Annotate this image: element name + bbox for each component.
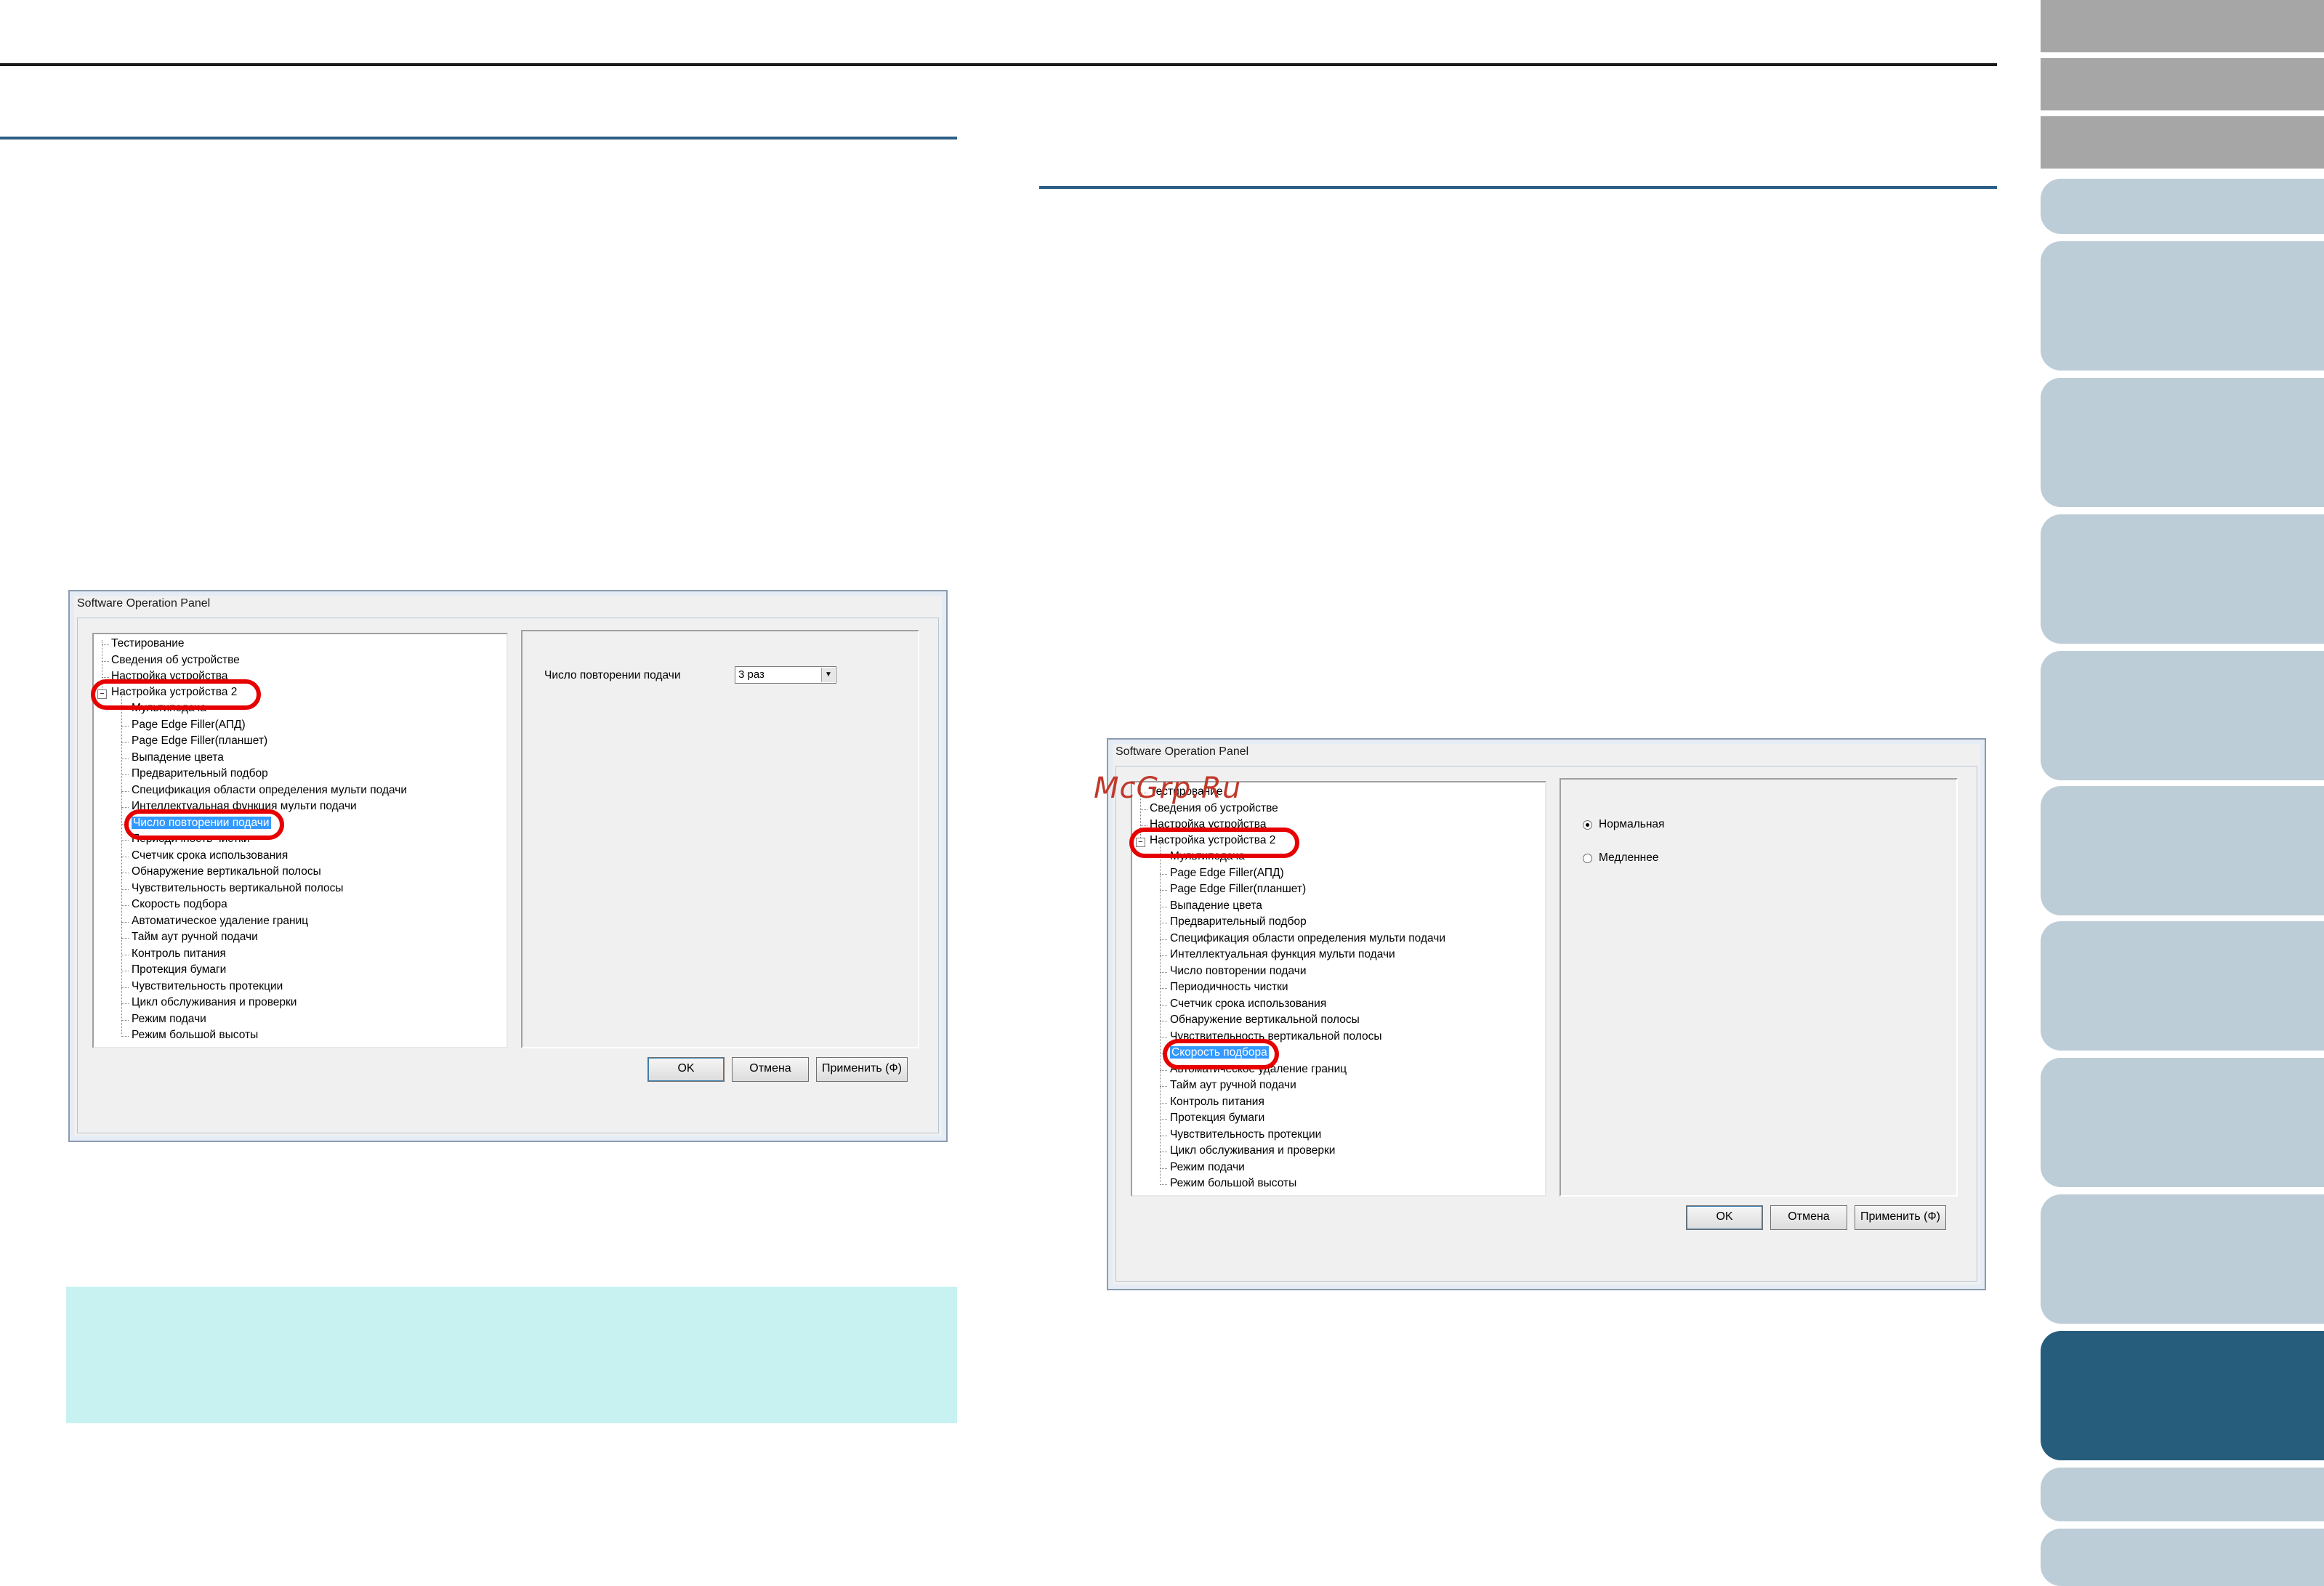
- dialog-left-window: Software Operation Panel Тестирование Св…: [68, 590, 948, 1142]
- index-tab-2[interactable]: [2041, 58, 2324, 110]
- tree-item[interactable]: Выпадение цвета: [1170, 899, 1262, 913]
- tree-item[interactable]: Периодичность чистки: [1170, 980, 1288, 995]
- chevron-down-icon[interactable]: ▼: [821, 668, 835, 682]
- tree-item[interactable]: Обнаружение вертикальной полосы: [1170, 1013, 1360, 1027]
- tree-item[interactable]: Режим большой высоты: [132, 1028, 258, 1043]
- tree-item[interactable]: Режим подачи: [132, 1012, 206, 1027]
- highlight-ring: [1163, 1039, 1279, 1069]
- ok-button[interactable]: OK: [647, 1057, 725, 1082]
- tree-item[interactable]: Протекция бумаги: [132, 963, 226, 977]
- ok-button[interactable]: OK: [1686, 1205, 1763, 1230]
- index-tab-12[interactable]: [2041, 1194, 2324, 1324]
- left-section-rule: [0, 137, 957, 139]
- feed-retry-select[interactable]: 3 раз ▼: [735, 666, 836, 684]
- tree-item[interactable]: Сведения об устройстве: [111, 653, 240, 668]
- index-tab-7[interactable]: [2041, 514, 2324, 644]
- tree-item[interactable]: Режим подачи: [1170, 1160, 1245, 1175]
- cancel-button[interactable]: Отмена: [732, 1057, 809, 1082]
- tree-item[interactable]: Контроль питания: [1170, 1095, 1264, 1109]
- highlight-ring: [1129, 828, 1299, 858]
- index-tab-9[interactable]: [2041, 786, 2324, 915]
- tree-item[interactable]: Счетчик срока использования: [132, 849, 288, 863]
- tree-item[interactable]: Тайм аут ручной подачи: [1170, 1078, 1296, 1093]
- dialog-title: Software Operation Panel: [1115, 745, 1249, 758]
- tree-item[interactable]: Чувствительность вертикальной полосы: [132, 881, 344, 896]
- index-tab-10[interactable]: [2041, 921, 2324, 1051]
- tree-item[interactable]: Скорость подбора: [132, 897, 227, 912]
- settings-tree[interactable]: Тестирование Сведения об устройстве Наст…: [91, 633, 508, 1048]
- index-tab-14[interactable]: [2041, 1468, 2324, 1521]
- index-tab-5[interactable]: [2041, 241, 2324, 371]
- dialog-body: Тестирование Сведения об устройстве Наст…: [77, 618, 939, 1133]
- tree-item[interactable]: Спецификация области определения мульти …: [132, 783, 407, 798]
- tree-item[interactable]: Page Edge Filler(планшет): [132, 734, 267, 748]
- tree-item[interactable]: Page Edge Filler(АПД): [1170, 866, 1284, 881]
- index-tab-11[interactable]: [2041, 1058, 2324, 1187]
- dialog-title: Software Operation Panel: [77, 597, 211, 610]
- tree-item[interactable]: Спецификация области определения мульти …: [1170, 931, 1445, 946]
- tree-item[interactable]: Предварительный подбор: [1170, 915, 1307, 929]
- tree-item[interactable]: Число повторении подачи: [1170, 964, 1307, 979]
- highlight-ring: [91, 679, 261, 710]
- tree-item[interactable]: Чувствительность протекции: [132, 979, 283, 994]
- radio-slow-label: Медленнее: [1599, 851, 1659, 864]
- settings-panel: Нормальная Медленнее: [1560, 778, 1958, 1197]
- top-rule: [0, 63, 1997, 66]
- index-tab-15[interactable]: [2041, 1529, 2324, 1586]
- tree-item[interactable]: Обнаружение вертикальной полосы: [132, 865, 321, 879]
- cancel-button[interactable]: Отмена: [1770, 1205, 1847, 1230]
- index-tab-8[interactable]: [2041, 651, 2324, 780]
- tree-item[interactable]: Контроль питания: [132, 947, 226, 961]
- tree-item[interactable]: Автоматическое удаление границ: [132, 914, 308, 928]
- apply-button[interactable]: Применить (Ф): [1855, 1205, 1946, 1230]
- tree-item[interactable]: Цикл обслуживания и проверки: [1170, 1144, 1335, 1158]
- highlight-ring: [124, 809, 284, 840]
- index-tab-1[interactable]: [2041, 0, 2324, 52]
- tree-item[interactable]: Выпадение цвета: [132, 750, 224, 765]
- tree-item[interactable]: Интеллектуальная функция мульти подачи: [1170, 947, 1395, 962]
- tree-item[interactable]: Тайм аут ручной подачи: [132, 930, 258, 944]
- radio-slow[interactable]: [1583, 854, 1592, 863]
- index-tab-3[interactable]: [2041, 116, 2324, 169]
- tree-item[interactable]: Предварительный подбор: [132, 766, 268, 781]
- dialog-body: Тестирование Сведения об устройстве Наст…: [1115, 766, 1977, 1282]
- index-tab-13-active[interactable]: [2041, 1331, 2324, 1460]
- tree-item[interactable]: Протекция бумаги: [1170, 1111, 1264, 1125]
- index-tab-6[interactable]: [2041, 378, 2324, 507]
- settings-panel: Число повторении подачи 3 раз ▼: [521, 630, 919, 1048]
- radio-normal-label: Нормальная: [1599, 818, 1665, 830]
- setting-label: Число повторении подачи: [544, 669, 681, 681]
- right-section-rule: [1039, 186, 1997, 189]
- apply-button[interactable]: Применить (Ф): [816, 1057, 908, 1082]
- tree-item[interactable]: Тестирование: [111, 636, 185, 651]
- tree-item[interactable]: Режим большой высоты: [1170, 1176, 1296, 1191]
- settings-tree[interactable]: Тестирование Сведения об устройстве Наст…: [1129, 781, 1546, 1197]
- index-tab-4[interactable]: [2041, 179, 2324, 234]
- tree-item[interactable]: Счетчик срока использования: [1170, 997, 1326, 1011]
- radio-normal[interactable]: [1583, 820, 1592, 830]
- dialog-right-window: Software Operation Panel Тестирование Св…: [1107, 738, 1986, 1290]
- tree-item[interactable]: Чувствительность протекции: [1170, 1128, 1321, 1142]
- watermark: McGrp.Ru: [1094, 772, 1242, 805]
- tree-item[interactable]: Page Edge Filler(планшет): [1170, 882, 1306, 897]
- feed-retry-value: 3 раз: [738, 668, 764, 681]
- note-box: [66, 1287, 957, 1423]
- tree-item[interactable]: Цикл обслуживания и проверки: [132, 995, 296, 1010]
- tree-item[interactable]: Page Edge Filler(АПД): [132, 718, 246, 732]
